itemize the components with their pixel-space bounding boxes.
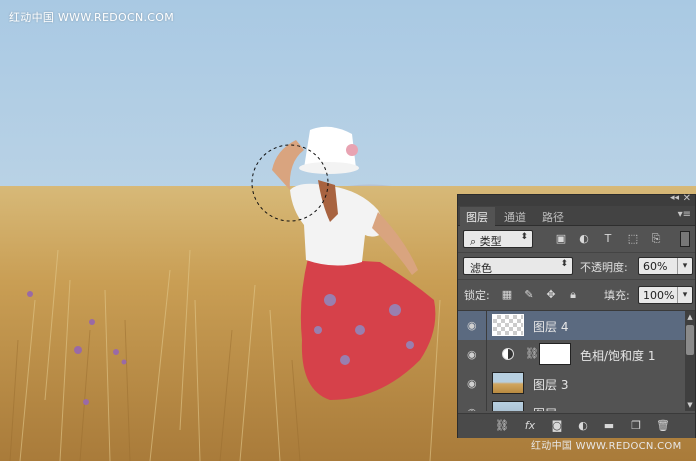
new-adjustment-icon[interactable]: ◐ bbox=[575, 418, 591, 434]
chevron-down-icon[interactable]: ▾ bbox=[677, 287, 692, 303]
layer-name: 图层 3 bbox=[533, 378, 569, 392]
smart-object-filter-icon[interactable]: ⎘ bbox=[649, 232, 663, 246]
layer-thumbnail bbox=[492, 372, 524, 394]
link-layers-icon[interactable]: ⛓ bbox=[494, 418, 510, 434]
watermark-bottom: 红动中国 WWW.REDOCN.COM bbox=[531, 441, 682, 452]
lock-position-icon[interactable]: ✥ bbox=[544, 288, 558, 302]
chevron-down-icon: ⬍ bbox=[560, 259, 568, 269]
panel-footer: ⛓ fx ◙ ◐ ▬ ❐ 🗑︎ bbox=[458, 413, 695, 438]
tab-channels[interactable]: 通道 bbox=[504, 209, 526, 225]
layer-row-layer3[interactable]: ◉ 图层 3 bbox=[458, 369, 685, 399]
layer-row-hue-saturation[interactable]: ◉ ⛓ 色相/饱和度 1 bbox=[458, 340, 685, 370]
filter-kind-dropdown[interactable]: ⌕ 类型 ⬍ bbox=[463, 230, 533, 248]
layer-list: ◉ 图层 4 ◉ ⛓ 色相/饱和度 1 ◉ 图层 3 ◉ bbox=[458, 311, 685, 411]
fx-icon[interactable]: fx bbox=[522, 418, 538, 434]
eye-icon[interactable]: ◉ bbox=[467, 377, 477, 390]
panel-tabs: 图层 通道 路径 ▾≡ bbox=[458, 206, 695, 226]
filter-kind-value: 类型 bbox=[479, 235, 502, 248]
adjustment-layer-icon bbox=[502, 348, 514, 360]
panel-menu-icon[interactable]: ▾≡ bbox=[678, 209, 691, 220]
layer-list-scrollbar[interactable]: ▲ ▼ bbox=[685, 311, 695, 411]
layer-name: 色相/饱和度 1 bbox=[580, 349, 656, 363]
blend-row: 滤色 ⬍ 不透明度: 60% ▾ bbox=[458, 253, 695, 280]
panel-title-bar: ◂◂ ✕ bbox=[458, 193, 695, 206]
eye-icon[interactable]: ◉ bbox=[467, 319, 477, 332]
image-canvas[interactable]: 红动中国 WWW.REDOCN.COM ◂◂ ✕ 图层 通道 路径 ▾≡ ⌕ 类… bbox=[0, 0, 696, 461]
new-group-icon[interactable]: ▬ bbox=[601, 418, 617, 434]
scroll-up-icon[interactable]: ▲ bbox=[685, 312, 695, 322]
fill-label: 填充: bbox=[604, 289, 630, 302]
collapse-icon[interactable]: ◂◂ bbox=[670, 193, 679, 203]
type-filter-icon[interactable]: T bbox=[601, 232, 615, 246]
filter-kind-label: ⌕ 类型 bbox=[470, 235, 502, 248]
adjustment-filter-icon[interactable]: ◐ bbox=[577, 232, 591, 246]
scroll-thumb[interactable] bbox=[686, 325, 694, 355]
lock-row: 锁定: ▦ ✎ ✥ 🔒︎ 填充: 100% ▾ bbox=[458, 280, 695, 311]
opacity-value: 60% bbox=[643, 260, 668, 273]
layer-thumbnail bbox=[492, 401, 524, 411]
fill-field[interactable]: 100% ▾ bbox=[638, 286, 693, 304]
eye-icon[interactable]: ◉ bbox=[467, 406, 477, 411]
new-layer-icon[interactable]: ❐ bbox=[628, 418, 644, 434]
layer-row-partial[interactable]: ◉ 图层 bbox=[458, 398, 685, 411]
link-chain-icon[interactable]: ⛓ bbox=[525, 347, 539, 360]
lock-label: 锁定: bbox=[464, 289, 490, 302]
blend-mode-value: 滤色 bbox=[470, 262, 492, 275]
watermark-top: 红动中国 WWW.REDOCN.COM bbox=[9, 11, 175, 24]
lock-transparent-pixels-icon[interactable]: ▦ bbox=[500, 288, 514, 302]
close-icon[interactable]: ✕ bbox=[683, 193, 691, 204]
opacity-field[interactable]: 60% ▾ bbox=[638, 257, 693, 275]
chevron-down-icon[interactable]: ▾ bbox=[677, 258, 692, 274]
opacity-label: 不透明度: bbox=[580, 261, 628, 274]
layer-row-layer4[interactable]: ◉ 图层 4 bbox=[458, 311, 685, 341]
image-filter-icon[interactable]: ▣ bbox=[554, 232, 568, 246]
delete-layer-icon[interactable]: 🗑︎ bbox=[655, 418, 671, 434]
lock-image-pixels-icon[interactable]: ✎ bbox=[522, 288, 536, 302]
layer-name: 图层 4 bbox=[533, 320, 569, 334]
lock-all-icon[interactable]: 🔒︎ bbox=[566, 288, 580, 302]
layer-mask-thumbnail[interactable] bbox=[539, 343, 571, 365]
eye-icon[interactable]: ◉ bbox=[467, 348, 477, 361]
filter-toggle[interactable] bbox=[680, 231, 690, 247]
tab-layers[interactable]: 图层 bbox=[466, 209, 488, 225]
tab-paths[interactable]: 路径 bbox=[542, 209, 564, 225]
scroll-down-icon[interactable]: ▼ bbox=[685, 400, 695, 410]
layer-thumbnail bbox=[492, 314, 524, 336]
blend-mode-dropdown[interactable]: 滤色 ⬍ bbox=[463, 257, 573, 275]
chevron-down-icon: ⬍ bbox=[520, 232, 528, 242]
fill-value: 100% bbox=[643, 289, 675, 302]
layers-panel: ◂◂ ✕ 图层 通道 路径 ▾≡ ⌕ 类型 ⬍ ▣ ◐ T ⬚ ⎘ 滤色 ⬍ 不… bbox=[457, 193, 696, 438]
add-mask-icon[interactable]: ◙ bbox=[549, 418, 565, 434]
shape-filter-icon[interactable]: ⬚ bbox=[626, 232, 640, 246]
layer-name: 图层 bbox=[533, 405, 557, 411]
filter-row: ⌕ 类型 ⬍ ▣ ◐ T ⬚ ⎘ bbox=[458, 226, 695, 253]
